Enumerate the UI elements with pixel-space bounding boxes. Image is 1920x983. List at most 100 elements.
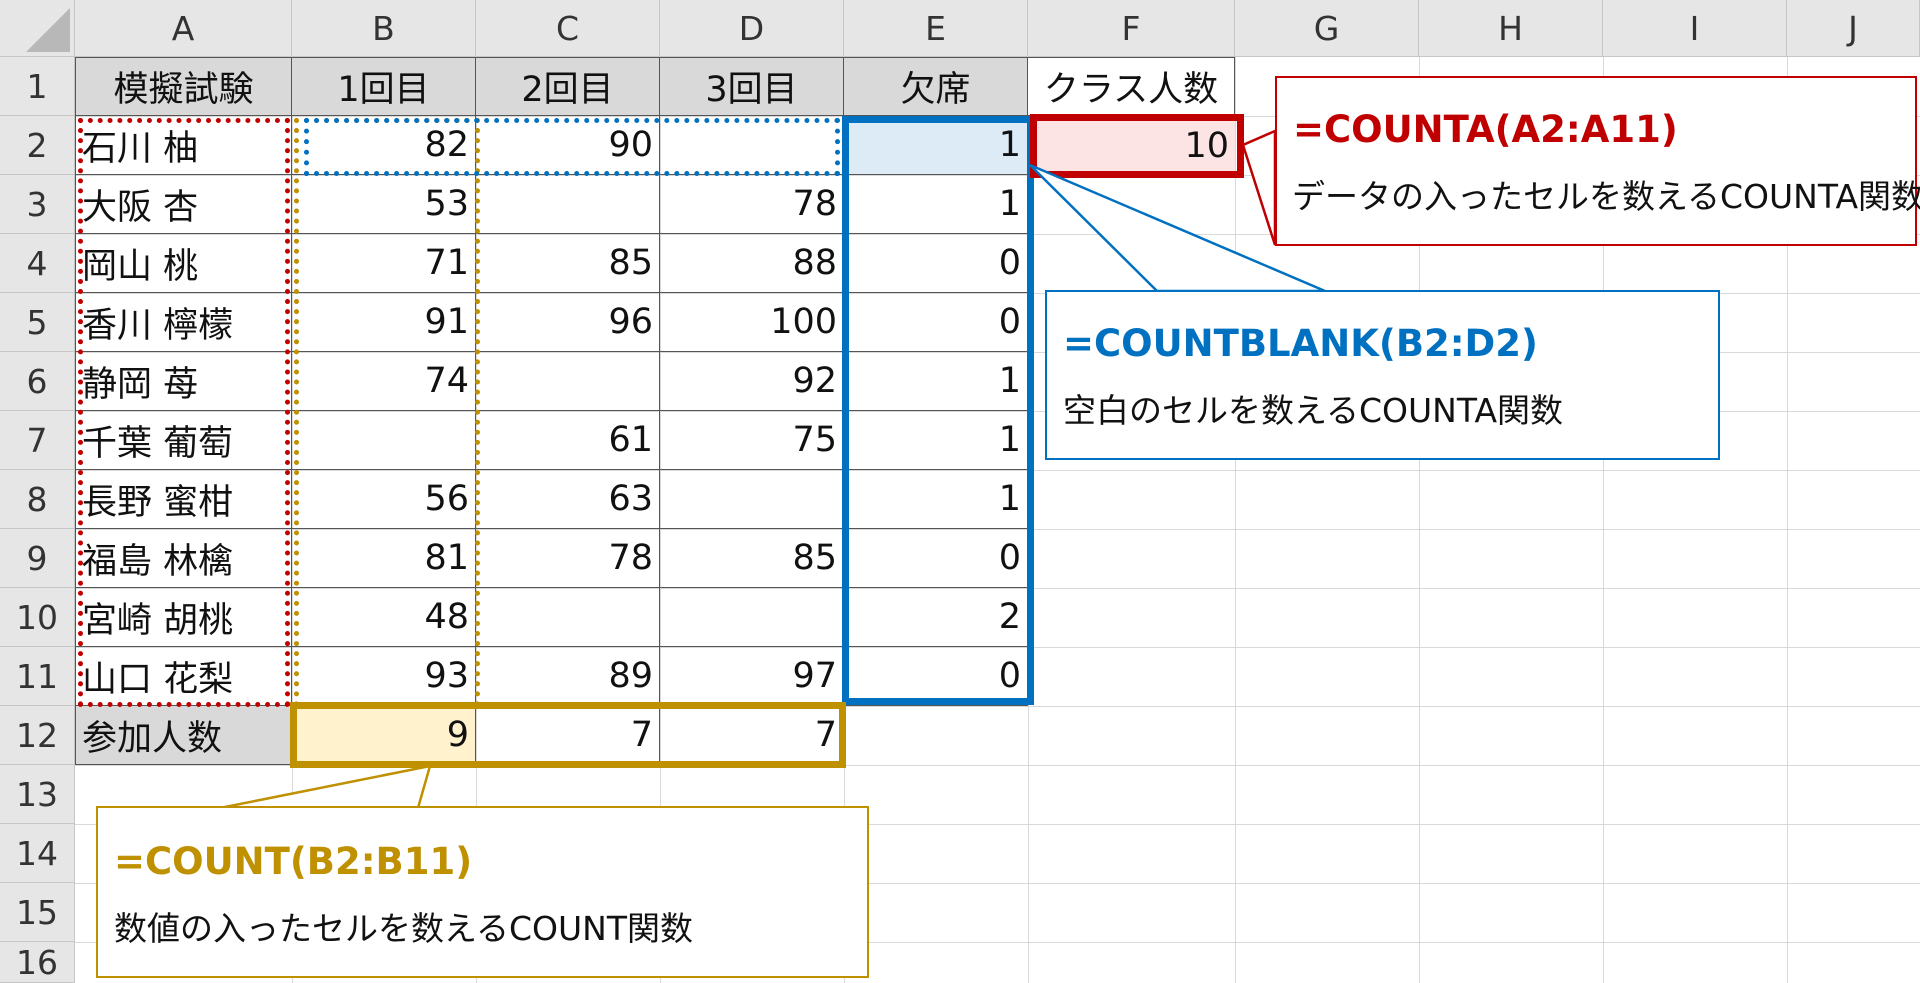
gridline-vertical (1028, 57, 1029, 983)
column-header-a[interactable]: A (75, 0, 292, 57)
header-cell-b[interactable]: 1回目 (292, 57, 476, 116)
value-cell-r10-b[interactable]: 48 (292, 588, 476, 647)
row-header-15[interactable]: 15 (0, 883, 75, 942)
row-header-4[interactable]: 4 (0, 234, 75, 293)
value-cell-r6-c[interactable] (476, 352, 660, 411)
value-cell-r2-b[interactable]: 82 (292, 116, 476, 175)
value-cell-r11-d[interactable]: 97 (660, 647, 844, 706)
value-cell-r3-e[interactable]: 1 (844, 175, 1028, 234)
count-callout-pointer (219, 764, 432, 810)
value-cell-r8-b[interactable]: 56 (292, 470, 476, 529)
column-header-j[interactable]: J (1787, 0, 1920, 57)
row-header-3[interactable]: 3 (0, 175, 75, 234)
row-header-5[interactable]: 5 (0, 293, 75, 352)
value-cell-r8-c[interactable]: 63 (476, 470, 660, 529)
value-cell-r4-e[interactable]: 0 (844, 234, 1028, 293)
column-header-i[interactable]: I (1603, 0, 1787, 57)
header-cell-d[interactable]: 3回目 (660, 57, 844, 116)
value-cell-r2-c[interactable]: 90 (476, 116, 660, 175)
row-header-8[interactable]: 8 (0, 470, 75, 529)
column-header-g[interactable]: G (1235, 0, 1419, 57)
value-cell-r5-d[interactable]: 100 (660, 293, 844, 352)
count-callout-desc: 数値の入ったセルを数えるCOUNT関数 (114, 909, 694, 948)
value-cell-r5-e[interactable]: 0 (844, 293, 1028, 352)
counta-callout-pointer (1241, 129, 1277, 246)
row-header-2[interactable]: 2 (0, 116, 75, 175)
row-header-1[interactable]: 1 (0, 57, 75, 116)
value-cell-r4-b[interactable]: 71 (292, 234, 476, 293)
column-header-h[interactable]: H (1419, 0, 1603, 57)
row-header-10[interactable]: 10 (0, 588, 75, 647)
name-cell-r8-a[interactable]: 長野 蜜柑 (75, 470, 292, 529)
row-header-6[interactable]: 6 (0, 352, 75, 411)
name-cell-r3-a[interactable]: 大阪 杏 (75, 175, 292, 234)
value-cell-r5-b[interactable]: 91 (292, 293, 476, 352)
name-cell-r5-a[interactable]: 香川 檸檬 (75, 293, 292, 352)
countblank-callout: =COUNTBLANK(B2:D2) 空白のセルを数えるCOUNTA関数 (1045, 290, 1720, 460)
value-cell-r4-d[interactable]: 88 (660, 234, 844, 293)
value-cell-r6-d[interactable]: 92 (660, 352, 844, 411)
value-cell-r11-c[interactable]: 89 (476, 647, 660, 706)
row-header-13[interactable]: 13 (0, 765, 75, 824)
value-cell-r9-e[interactable]: 0 (844, 529, 1028, 588)
value-cell-r7-b[interactable] (292, 411, 476, 470)
column-header-d[interactable]: D (660, 0, 844, 57)
value-cell-r7-e[interactable]: 1 (844, 411, 1028, 470)
row-header-16[interactable]: 16 (0, 942, 75, 983)
header-cell-e[interactable]: 欠席 (844, 57, 1028, 116)
column-header-f[interactable]: F (1028, 0, 1235, 57)
count-callout: =COUNT(B2:B11) 数値の入ったセルを数えるCOUNT関数 (96, 806, 869, 978)
value-cell-r8-d[interactable] (660, 470, 844, 529)
value-cell-r9-c[interactable]: 78 (476, 529, 660, 588)
total-cell-c[interactable]: 7 (476, 706, 660, 765)
value-cell-r9-b[interactable]: 81 (292, 529, 476, 588)
name-cell-r10-a[interactable]: 宮崎 胡桃 (75, 588, 292, 647)
value-cell-r3-b[interactable]: 53 (292, 175, 476, 234)
value-cell-r8-e[interactable]: 1 (844, 470, 1028, 529)
value-cell-r2-f[interactable]: 10 (1028, 116, 1235, 175)
value-cell-r10-e[interactable]: 2 (844, 588, 1028, 647)
value-cell-r3-d[interactable]: 78 (660, 175, 844, 234)
total-cell-a[interactable]: 参加人数 (75, 706, 292, 765)
row-header-9[interactable]: 9 (0, 529, 75, 588)
value-cell-r7-d[interactable]: 75 (660, 411, 844, 470)
name-cell-r4-a[interactable]: 岡山 桃 (75, 234, 292, 293)
counta-callout-desc: データの入ったセルを数えるCOUNTA関数 (1292, 177, 1920, 216)
name-cell-r9-a[interactable]: 福島 林檎 (75, 529, 292, 588)
header-cell-f[interactable]: クラス人数 (1028, 57, 1235, 116)
counta-callout-title: =COUNTA(A2:A11) (1293, 108, 1678, 151)
value-cell-r4-c[interactable]: 85 (476, 234, 660, 293)
value-cell-r9-d[interactable]: 85 (660, 529, 844, 588)
row-header-14[interactable]: 14 (0, 824, 75, 883)
value-cell-r5-c[interactable]: 96 (476, 293, 660, 352)
total-cell-d[interactable]: 7 (660, 706, 844, 765)
column-header-c[interactable]: C (476, 0, 660, 57)
value-cell-r3-c[interactable] (476, 175, 660, 234)
header-cell-a[interactable]: 模擬試験 (75, 57, 292, 116)
header-cell-c[interactable]: 2回目 (476, 57, 660, 116)
count-callout-title: =COUNT(B2:B11) (114, 840, 473, 883)
select-all-corner[interactable] (0, 0, 75, 57)
name-cell-r11-a[interactable]: 山口 花梨 (75, 647, 292, 706)
counta-callout: =COUNTA(A2:A11) データの入ったセルを数えるCOUNTA関数 (1275, 76, 1920, 246)
name-cell-r6-a[interactable]: 静岡 苺 (75, 352, 292, 411)
row-header-12[interactable]: 12 (0, 706, 75, 765)
total-cell-b[interactable]: 9 (292, 706, 476, 765)
spreadsheet: ABCDEFGHIJ 1 2 3 4 5 6 7 8 9 10 11 12 13 14 15 16 模擬試験 1… (0, 0, 1920, 983)
value-cell-r10-c[interactable] (476, 588, 660, 647)
value-cell-r7-c[interactable]: 61 (476, 411, 660, 470)
row-header-11[interactable]: 11 (0, 647, 75, 706)
column-header-b[interactable]: B (292, 0, 476, 57)
value-cell-r11-e[interactable]: 0 (844, 647, 1028, 706)
row-header-7[interactable]: 7 (0, 411, 75, 470)
gridline-vertical (1235, 57, 1236, 983)
value-cell-r11-b[interactable]: 93 (292, 647, 476, 706)
value-cell-r2-d[interactable] (660, 116, 844, 175)
value-cell-r10-d[interactable] (660, 588, 844, 647)
value-cell-r6-e[interactable]: 1 (844, 352, 1028, 411)
name-cell-r7-a[interactable]: 千葉 葡萄 (75, 411, 292, 470)
name-cell-r2-a[interactable]: 石川 柚 (75, 116, 292, 175)
column-header-e[interactable]: E (844, 0, 1028, 57)
value-cell-r6-b[interactable]: 74 (292, 352, 476, 411)
value-cell-r2-e[interactable]: 1 (844, 116, 1028, 175)
